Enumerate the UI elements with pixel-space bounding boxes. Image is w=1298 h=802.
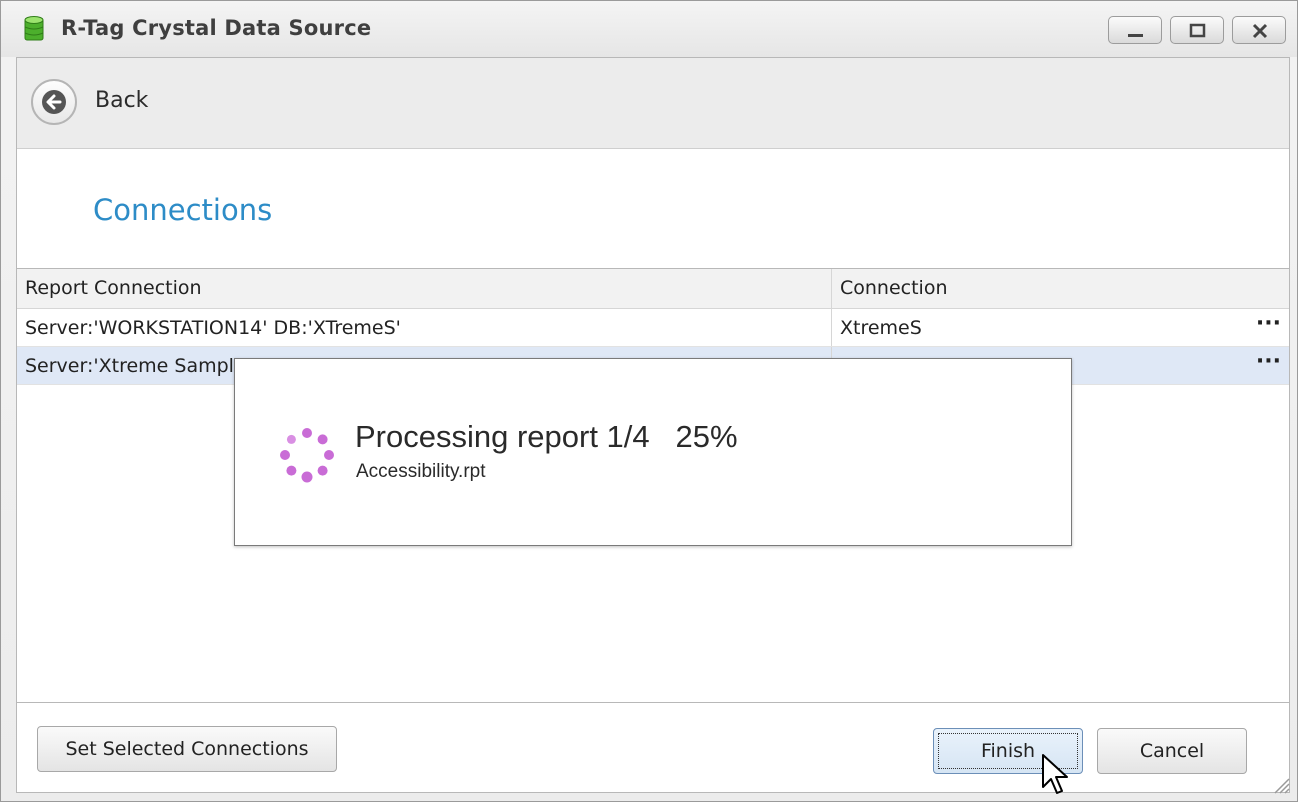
connection-cell[interactable]: XtremeS [832, 309, 1289, 346]
navigation-bar: Back [17, 58, 1289, 149]
title-bar[interactable]: R-Tag Crystal Data Source [1, 1, 1297, 57]
ellipsis-button[interactable]: ··· [1256, 311, 1281, 336]
progress-dialog: Processing report 1/4 25% Accessibility.… [234, 358, 1072, 546]
progress-file-name: Accessibility.rpt [356, 461, 486, 482]
minimize-button[interactable] [1108, 16, 1162, 44]
back-button[interactable] [31, 79, 77, 125]
close-icon [1252, 23, 1268, 39]
set-selected-connections-button[interactable]: Set Selected Connections [37, 726, 337, 772]
table-row[interactable]: Server:'WORKSTATION14' DB:'XTremeS' Xtre… [17, 309, 1289, 347]
resize-grip-icon[interactable] [1269, 773, 1291, 795]
column-header-report-connection[interactable]: Report Connection [17, 269, 832, 309]
arrow-left-icon [42, 90, 66, 114]
window-title: R-Tag Crystal Data Source [61, 16, 372, 40]
loading-spinner-icon [280, 428, 334, 483]
maximize-icon [1189, 23, 1206, 38]
back-label[interactable]: Back [95, 88, 148, 113]
database-icon [24, 16, 44, 41]
column-header-connection[interactable]: Connection [832, 269, 1289, 309]
maximize-button[interactable] [1170, 16, 1224, 44]
report-connection-cell[interactable]: Server:'WORKSTATION14' DB:'XTremeS' [17, 309, 832, 346]
minimize-icon [1128, 34, 1143, 37]
progress-title: Processing report 1/4 25% [355, 419, 738, 454]
close-button[interactable] [1232, 16, 1286, 44]
cancel-button[interactable]: Cancel [1097, 728, 1247, 774]
ellipsis-button[interactable]: ··· [1256, 349, 1281, 374]
page-title: Connections [93, 193, 273, 227]
mouse-pointer-icon [1042, 754, 1068, 794]
